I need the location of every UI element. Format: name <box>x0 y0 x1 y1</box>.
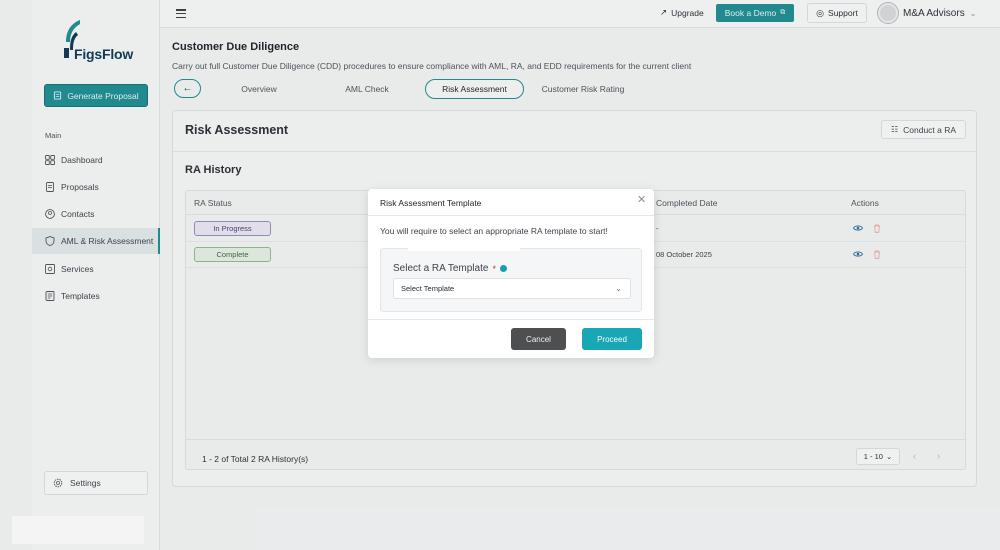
info-icon[interactable] <box>499 265 507 272</box>
divider <box>368 319 654 320</box>
field-label-text: Select a RA Template <box>393 263 489 274</box>
template-select[interactable]: Select Template ⌄ <box>393 278 631 299</box>
modal-message: You will require to select an appropriat… <box>380 226 608 236</box>
panel-notch <box>408 241 520 251</box>
risk-assessment-template-modal: Risk Assessment Template ✕ You will requ… <box>368 189 654 358</box>
template-field-label: Select a RA Template * <box>393 263 507 274</box>
template-select-panel: Select a RA Template * Select Template ⌄ <box>380 248 642 312</box>
template-select-value: Select Template <box>401 284 455 293</box>
modal-title: Risk Assessment Template <box>380 198 482 208</box>
chevron-down-icon: ⌄ <box>615 284 622 293</box>
cancel-button[interactable]: Cancel <box>511 328 566 350</box>
required-mark: * <box>492 263 496 274</box>
proceed-button[interactable]: Proceed <box>582 328 642 350</box>
close-icon[interactable]: ✕ <box>637 193 646 206</box>
divider <box>368 215 654 216</box>
